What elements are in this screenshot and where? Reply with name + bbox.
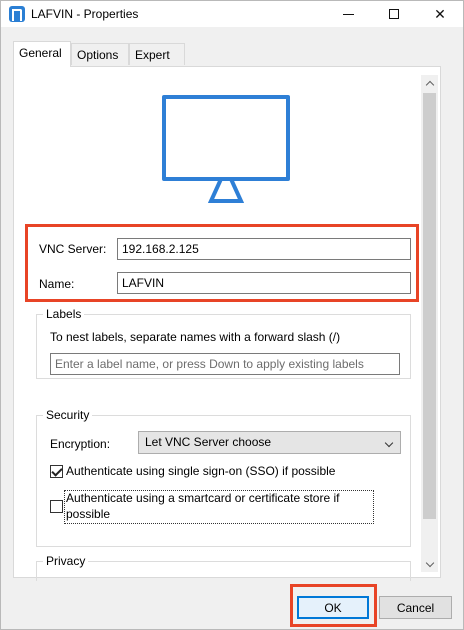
- vnc-server-input[interactable]: 192.168.2.125: [117, 238, 411, 260]
- chevron-down-icon: [384, 438, 394, 448]
- label-search-input[interactable]: Enter a label name, or press Down to app…: [50, 353, 400, 375]
- name-label: Name:: [39, 277, 75, 291]
- maximize-icon: [389, 9, 399, 19]
- labels-group-title: Labels: [43, 307, 85, 321]
- encryption-label: Encryption:: [50, 437, 111, 451]
- properties-dialog: LAFVIN - Properties ✕ General Options Ex…: [0, 0, 464, 630]
- monitor-stand-icon: [208, 179, 244, 205]
- security-group: Security Encryption: Let VNC Server choo…: [36, 408, 411, 547]
- scrollbar-thumb[interactable]: [423, 93, 436, 519]
- scroll-down-button[interactable]: [421, 556, 438, 572]
- scroll-up-button[interactable]: [421, 75, 438, 91]
- monitor-icon: [162, 95, 290, 181]
- vnc-server-label: VNC Server:: [39, 242, 107, 256]
- privacy-group: Privacy: [36, 554, 411, 581]
- close-icon: ✕: [434, 5, 446, 22]
- chevron-up-icon: [425, 80, 434, 89]
- privacy-group-title: Privacy: [43, 554, 89, 568]
- window-title: LAFVIN - Properties: [31, 7, 139, 21]
- security-group-title: Security: [43, 408, 93, 422]
- title-bar[interactable]: LAFVIN - Properties ✕: [1, 1, 463, 27]
- minimize-button[interactable]: [325, 1, 371, 27]
- sso-checkbox[interactable]: [50, 465, 63, 478]
- cancel-button[interactable]: Cancel: [379, 596, 452, 619]
- chevron-down-icon: [425, 558, 434, 567]
- smartcard-checkbox-label-line1[interactable]: Authenticate using a smartcard or certif…: [66, 491, 339, 505]
- smartcard-checkbox-label-line2[interactable]: possible: [66, 507, 110, 521]
- sso-checkbox-label[interactable]: Authenticate using single sign-on (SSO) …: [66, 464, 335, 478]
- encryption-dropdown[interactable]: Let VNC Server choose: [138, 431, 401, 454]
- realvnc-logo-icon: [9, 6, 25, 22]
- tab-general[interactable]: General: [13, 41, 71, 67]
- close-button[interactable]: ✕: [417, 1, 463, 27]
- ok-button[interactable]: OK: [297, 596, 369, 619]
- labels-description: To nest labels, separate names with a fo…: [50, 330, 341, 344]
- tab-options[interactable]: Options: [71, 43, 129, 65]
- general-tab-panel: VNC Server: 192.168.2.125 Name: LAFVIN L…: [13, 66, 441, 581]
- labels-group: Labels To nest labels, separate names wi…: [36, 307, 411, 379]
- minimize-icon: [342, 13, 354, 15]
- smartcard-checkbox[interactable]: [50, 500, 63, 513]
- tab-expert[interactable]: Expert: [129, 43, 185, 65]
- name-input[interactable]: LAFVIN: [117, 272, 411, 294]
- vertical-scrollbar[interactable]: [421, 75, 438, 572]
- maximize-button[interactable]: [371, 1, 417, 27]
- encryption-dropdown-value: Let VNC Server choose: [145, 435, 272, 449]
